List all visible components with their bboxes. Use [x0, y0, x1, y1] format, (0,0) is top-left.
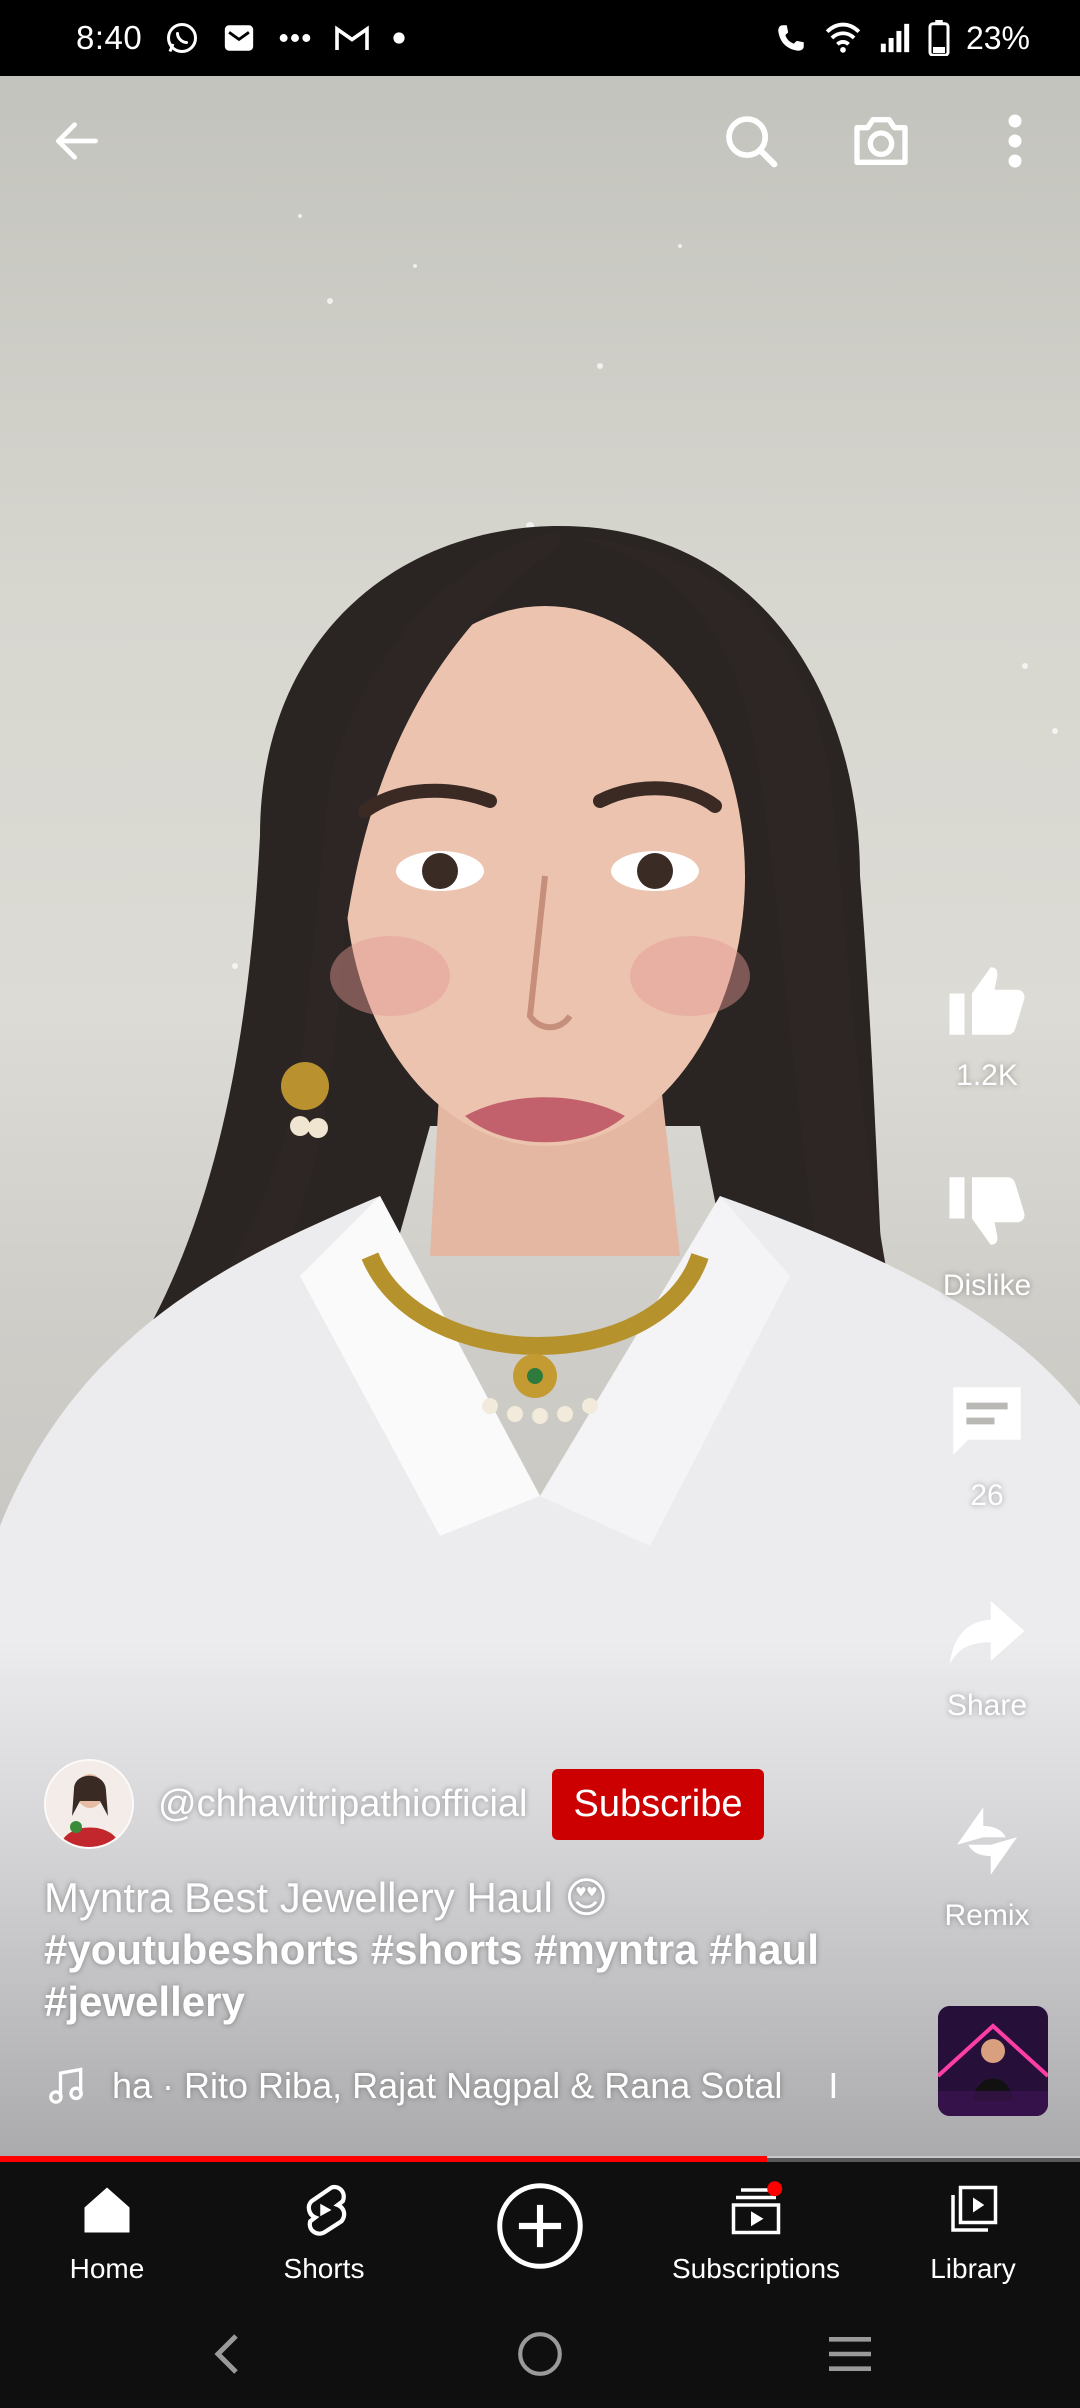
album-art-image: [938, 2006, 1048, 2116]
system-recents-button[interactable]: [810, 2324, 890, 2384]
music-row[interactable]: ha · Rito Riba, Rajat Nagpal & Rana Sota…: [44, 2062, 838, 2110]
remix-icon: [957, 1807, 1017, 1875]
camera-button[interactable]: [836, 96, 926, 186]
system-home-button[interactable]: [500, 2324, 580, 2384]
back-button[interactable]: [32, 96, 122, 186]
music-separator: I: [828, 2065, 839, 2106]
comments-count: 26: [970, 1479, 1004, 1512]
thumb-up-icon: [949, 967, 1025, 1035]
home-icon: [84, 2187, 130, 2233]
more-options-button[interactable]: [970, 96, 1060, 186]
camera-icon: [854, 117, 908, 165]
thumb-down-icon: [949, 1177, 1025, 1245]
comment-icon: [953, 1387, 1021, 1455]
create-plus-icon: [497, 2183, 583, 2269]
sound-thumbnail[interactable]: [938, 2006, 1048, 2116]
share-action[interactable]: Share: [912, 1586, 1062, 1723]
bottom-navigation: Home Shorts Subscriptions Library: [0, 2162, 1080, 2302]
channel-row: @chhavitripathiofficial Subscribe: [44, 1759, 765, 1849]
nav-subscriptions-label: Subscriptions: [671, 2253, 841, 2284]
shorts-icon: [306, 2184, 347, 2236]
subscriptions-icon: [731, 2181, 783, 2235]
nav-create[interactable]: [440, 2180, 640, 2277]
like-action[interactable]: 1.2K: [912, 956, 1062, 1093]
subscribe-button[interactable]: Subscribe: [551, 1768, 765, 1840]
system-back-button[interactable]: [188, 2324, 268, 2384]
music-note-icon: [49, 2067, 83, 2104]
wifi-call-icon: [778, 25, 804, 51]
nav-home[interactable]: Home: [7, 2180, 207, 2285]
share-icon: [949, 1601, 1025, 1665]
nav-shorts[interactable]: Shorts: [224, 2180, 424, 2285]
nav-library[interactable]: Library: [873, 2180, 1073, 2285]
video-player[interactable]: 1.2K Dislike 26 Share Remix @chhavitripa…: [0, 76, 1080, 2158]
top-controls: [0, 96, 1080, 186]
status-time: 8:40: [76, 19, 143, 56]
battery-icon: [928, 20, 950, 56]
system-home-icon: [518, 2332, 562, 2376]
signal-icon: [880, 23, 910, 53]
like-count: 1.2K: [956, 1059, 1018, 1092]
whatsapp-icon: [167, 23, 198, 53]
nav-home-label: Home: [69, 2253, 145, 2284]
gmail-outline-icon: [335, 25, 370, 50]
nav-subscriptions[interactable]: Subscriptions: [656, 2180, 856, 2285]
shorts-player-screen: 8:40 23% 1.2K Dislike 26 Share Remix @ch…: [0, 0, 1080, 2408]
search-icon: [726, 116, 778, 168]
system-navigation: [0, 2302, 1080, 2408]
more-dots-icon: [279, 34, 311, 42]
search-button[interactable]: [706, 96, 796, 186]
share-label: Share: [946, 1689, 1028, 1722]
dislike-action[interactable]: Dislike: [912, 1166, 1062, 1303]
battery-percent: 23%: [965, 19, 1030, 56]
hashtags[interactable]: #youtubeshorts #shorts #myntra #haul #je…: [44, 1924, 924, 2028]
nav-shorts-label: Shorts: [283, 2253, 365, 2284]
channel-avatar[interactable]: [44, 1759, 134, 1849]
remix-action[interactable]: Remix: [912, 1796, 1062, 1933]
system-back-icon: [214, 2334, 238, 2374]
avatar-image: [46, 1761, 132, 1847]
music-credit: ha · Rito Riba, Rajat Nagpal & Rana Sota…: [112, 2065, 783, 2106]
system-recents-icon: [829, 2336, 871, 2372]
dot-icon: [393, 32, 405, 44]
video-title[interactable]: Myntra Best Jewellery Haul 😍 #youtubesho…: [44, 1872, 924, 2028]
title-text: Myntra Best Jewellery Haul 😍: [44, 1874, 609, 1921]
back-arrow-icon: [56, 122, 98, 160]
more-vert-icon: [1008, 114, 1022, 168]
status-bar: 8:40 23%: [0, 0, 1080, 76]
wifi-icon: [825, 22, 861, 53]
nav-library-label: Library: [930, 2253, 1016, 2284]
comments-action[interactable]: 26: [912, 1376, 1062, 1513]
gmail-icon: [225, 25, 254, 51]
remix-label: Remix: [944, 1899, 1030, 1932]
library-icon: [951, 2185, 998, 2232]
dislike-label: Dislike: [942, 1269, 1032, 1302]
channel-handle[interactable]: @chhavitripathiofficial: [158, 1783, 528, 1826]
